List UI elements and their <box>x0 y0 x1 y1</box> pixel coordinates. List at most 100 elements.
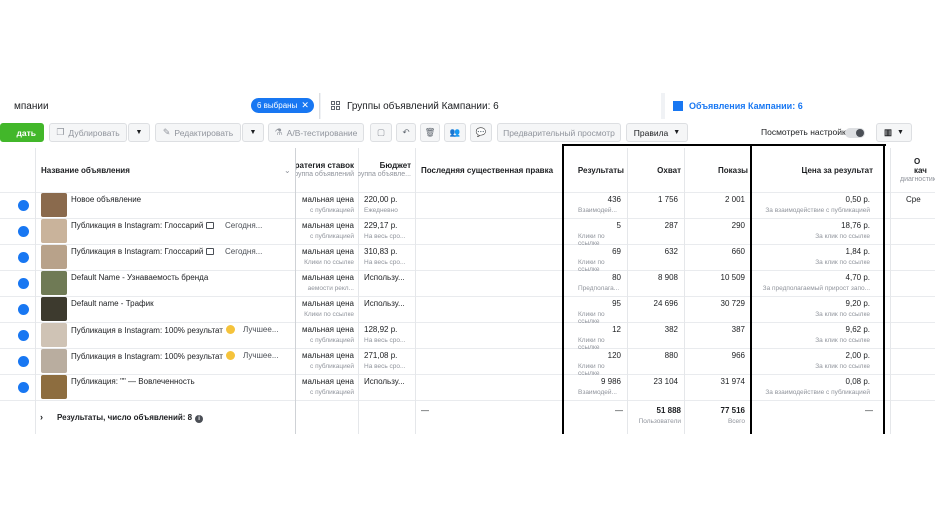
totals-impressions: 77 516 <box>720 406 745 415</box>
status-toggle[interactable] <box>18 304 29 315</box>
budget-sub: На весь сро... <box>364 233 406 240</box>
pencil-icon: ✎ <box>162 127 171 137</box>
ad-name[interactable]: Публикация в Instagram: 100% результат <box>71 325 235 335</box>
impressions-value: 387 <box>731 325 745 334</box>
totals-last-edit: — <box>421 406 429 415</box>
columns-button[interactable]: ▥ ▼ <box>876 123 912 142</box>
results-value: 120 <box>607 351 621 360</box>
tab-campaigns[interactable]: мпании 6 выбраны ✕ <box>0 93 320 119</box>
chevron-right-icon[interactable]: › <box>40 412 43 422</box>
results-value: 12 <box>612 325 621 334</box>
results-value: 9 986 <box>600 377 621 386</box>
duplicate-label: Дублировать <box>68 127 120 138</box>
comment-button[interactable]: 💬 <box>470 123 492 142</box>
highlight-box-left <box>562 144 564 434</box>
status-toggle[interactable] <box>18 278 29 289</box>
preview-button[interactable]: Предварительный просмотр <box>497 123 621 142</box>
caret-down-icon: ▼ <box>897 129 904 136</box>
tab-adsets[interactable]: Группы объявлений Кампании: 6 <box>321 93 661 119</box>
ads-manager: мпании 6 выбраны ✕ Группы объявлений Кам… <box>0 0 935 526</box>
tab-ads[interactable]: Объявления Кампании: 6 <box>665 93 935 119</box>
bid-value: мальная цена <box>301 273 354 282</box>
cpr-sub: За клик по ссылке <box>815 259 870 266</box>
column-header-name[interactable]: Название объявления <box>41 148 291 192</box>
table-row[interactable]: Публикация в Instagram: Глоссарий Сегодня… <box>0 244 935 273</box>
table-row[interactable]: Новое объявление мальная цена с публикацие… <box>0 192 935 218</box>
caret-down-icon: ▼ <box>135 129 143 136</box>
column-header-budget[interactable]: Бюджет Группа объявле... <box>358 148 415 192</box>
column-header-reach[interactable]: Охват <box>628 148 684 192</box>
close-icon[interactable]: ✕ <box>301 100 309 111</box>
table-row[interactable]: Default Name - Узнаваемость бренда мальна… <box>0 270 935 296</box>
info-icon[interactable]: i <box>195 415 204 423</box>
delete-button[interactable]: 🗑 <box>420 123 440 142</box>
reach-value: 880 <box>664 351 678 360</box>
column-header-bid-sub: Группа объявлений <box>296 171 354 178</box>
undo-button[interactable]: ↶ <box>396 123 416 142</box>
ad-name-text: Новое объявление <box>71 195 142 204</box>
ad-name[interactable]: Default Name - Узнаваемость бренда <box>71 273 208 282</box>
trash-icon: 🗑 <box>424 127 436 137</box>
ad-thumbnail <box>41 219 67 243</box>
view-settings-label: Посмотреть настройки <box>761 127 851 137</box>
status-toggle[interactable] <box>18 330 29 341</box>
budget-value: Использу... <box>364 273 405 282</box>
sort-icon[interactable]: ⌄ <box>284 166 291 175</box>
budget-sub: На весь сро... <box>364 337 406 344</box>
column-header-reach-label: Охват <box>657 165 681 175</box>
duplicate-dropdown-button[interactable]: ▼ <box>128 123 150 142</box>
cpr-value: 0,50 р. <box>845 195 870 204</box>
view-settings-toggle[interactable] <box>845 128 865 138</box>
status-toggle[interactable] <box>18 200 29 211</box>
create-button[interactable]: дать <box>0 123 44 142</box>
caret-down-icon: ▼ <box>249 129 257 136</box>
duplicate-button[interactable]: ❐ Дублировать <box>49 123 127 142</box>
table-row[interactable]: Публикация: "" — Вовлеченность мальная це… <box>0 374 935 400</box>
ad-name[interactable]: Публикация в Instagram: Глоссарий <box>71 247 215 256</box>
column-header-impressions[interactable]: Показы <box>685 148 751 192</box>
column-header-quality[interactable]: О кач диагностик <box>900 148 935 192</box>
audience-button[interactable]: 👥 <box>444 123 466 142</box>
ad-name[interactable]: Default name - Трафик <box>71 299 154 308</box>
tab-adsets-label: Группы объявлений Кампании: 6 <box>347 100 499 112</box>
status-toggle[interactable] <box>18 382 29 393</box>
cpr-value: 2,00 р. <box>845 351 870 360</box>
highlight-box-top <box>562 144 750 146</box>
rules-button[interactable]: Правила ▼ <box>626 123 688 142</box>
table-row[interactable]: Default name - Трафик мальная цена Клики п… <box>0 296 935 325</box>
status-toggle[interactable] <box>18 252 29 263</box>
status-toggle[interactable] <box>18 226 29 237</box>
edit-button[interactable]: ✎ Редактировать <box>155 123 241 142</box>
ad-name[interactable]: Публикация: "" — Вовлеченность <box>71 377 195 386</box>
budget-value: 310,83 р. <box>364 247 398 256</box>
ad-name[interactable]: Публикация в Instagram: Глоссарий <box>71 221 215 230</box>
impressions-value: 10 509 <box>720 273 745 282</box>
ad-name-text: Публикация: "" — Вовлеченность <box>71 377 195 386</box>
ad-name[interactable]: Новое объявление <box>71 195 141 204</box>
budget-sub: На весь сро... <box>364 363 406 370</box>
column-header-last-edit[interactable]: Последняя существенная правка <box>421 148 561 192</box>
cpr-value: 18,76 р. <box>841 221 870 230</box>
bid-sub: с публикацией <box>310 207 354 214</box>
edit-dropdown-button[interactable]: ▼ <box>242 123 264 142</box>
copy-icon: ❐ <box>56 127 65 137</box>
table-row[interactable]: Публикация в Instagram: 100% результат Лу… <box>0 348 935 377</box>
column-header-results[interactable]: Результаты <box>563 148 627 192</box>
level-tabs: мпании 6 выбраны ✕ Группы объявлений Кам… <box>0 93 935 119</box>
ads-table: Название объявления ⌄ ратегия ставок Груп… <box>0 144 935 434</box>
column-header-cpr[interactable]: Цена за результат <box>752 148 876 192</box>
toolbar: дать ❐ Дублировать ▼ ✎ Редактировать ▼ ⚗ A/… <box>0 122 935 144</box>
ab-test-button[interactable]: ⚗ A/B-тестирование <box>268 123 364 142</box>
undo-icon: ↶ <box>402 127 410 137</box>
status-toggle[interactable] <box>18 356 29 367</box>
table-row[interactable]: Публикация в Instagram: 100% результат Лу… <box>0 322 935 351</box>
table-row[interactable]: Публикация в Instagram: Глоссарий Сегодня… <box>0 218 935 247</box>
lock-button[interactable]: ▢ <box>370 123 392 142</box>
reach-value: 23 104 <box>653 377 678 386</box>
ad-name-text: Публикация в Instagram: Глоссарий <box>71 247 204 256</box>
column-header-bid[interactable]: ратегия ставок Группа объявлений <box>296 148 358 192</box>
impressions-value: 2 001 <box>724 195 745 204</box>
reach-value: 382 <box>664 325 678 334</box>
ad-name[interactable]: Публикация в Instagram: 100% результат <box>71 351 235 361</box>
selected-chip[interactable]: 6 выбраны ✕ <box>251 98 314 113</box>
